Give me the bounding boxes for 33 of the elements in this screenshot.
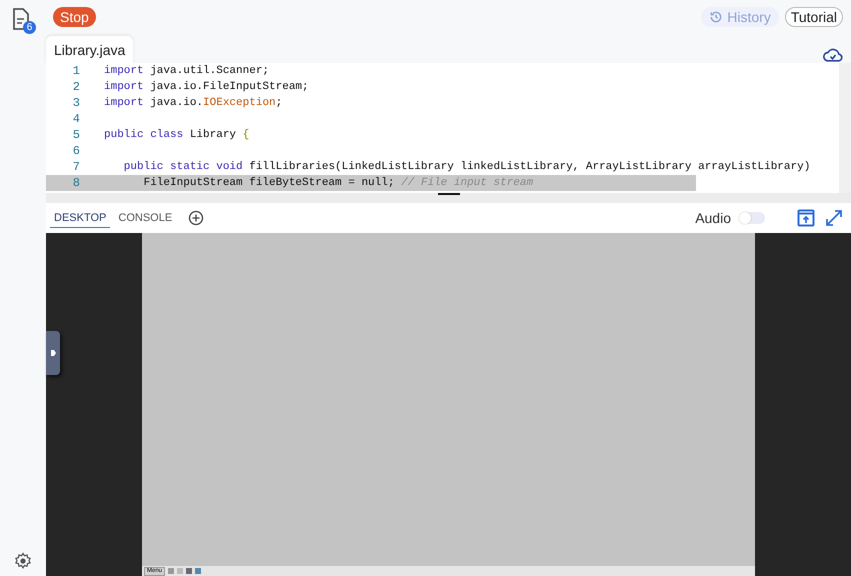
file-count-badge: 6 <box>23 21 36 34</box>
code-line: public static void fillLibraries(LinkedListLibrary linkedListLibrary, ArrayListLibrary arrayListLibrary) <box>122 161 810 173</box>
file-icon <box>12 8 30 30</box>
line-number: 6 <box>72 144 80 158</box>
code-line: import java.io.IOException; <box>104 97 282 109</box>
files-button[interactable]: 6 <box>12 8 34 32</box>
line-number: 3 <box>72 96 80 110</box>
add-icon[interactable] <box>188 210 204 226</box>
settings-icon[interactable] <box>14 552 32 570</box>
stop-button[interactable]: Stop <box>53 7 96 27</box>
line-number: 7 <box>72 160 80 174</box>
panel-tab[interactable]: CONSOLE <box>114 208 176 228</box>
side-panel-handle[interactable] <box>46 331 60 375</box>
resize-handle[interactable] <box>438 193 460 195</box>
line-number: 4 <box>72 112 80 126</box>
tutorial-button[interactable]: Tutorial <box>784 7 843 27</box>
code-line: import java.io.FileInputStream; <box>104 81 309 93</box>
code-line: import java.util.Scanner; <box>104 65 270 77</box>
audio-toggle[interactable] <box>739 212 765 224</box>
cloud-check-icon <box>823 47 843 63</box>
line-number: 5 <box>72 128 80 142</box>
line-number: 8 <box>72 176 80 190</box>
line-number: 1 <box>72 64 80 78</box>
code-line: FileInputStream fileByteStream = null; // File input stream <box>142 177 534 189</box>
play-icon <box>50 350 56 356</box>
audio-label: Audio <box>695 210 731 226</box>
history-icon <box>709 10 724 24</box>
code-line: public class Library { <box>104 129 250 141</box>
line-number: 2 <box>72 80 80 94</box>
file-tab[interactable]: Library.java <box>46 36 134 63</box>
upload-window-icon[interactable] <box>797 209 815 227</box>
panel-tab[interactable]: DESKTOP <box>50 208 110 228</box>
fullscreen-icon[interactable] <box>825 209 843 227</box>
